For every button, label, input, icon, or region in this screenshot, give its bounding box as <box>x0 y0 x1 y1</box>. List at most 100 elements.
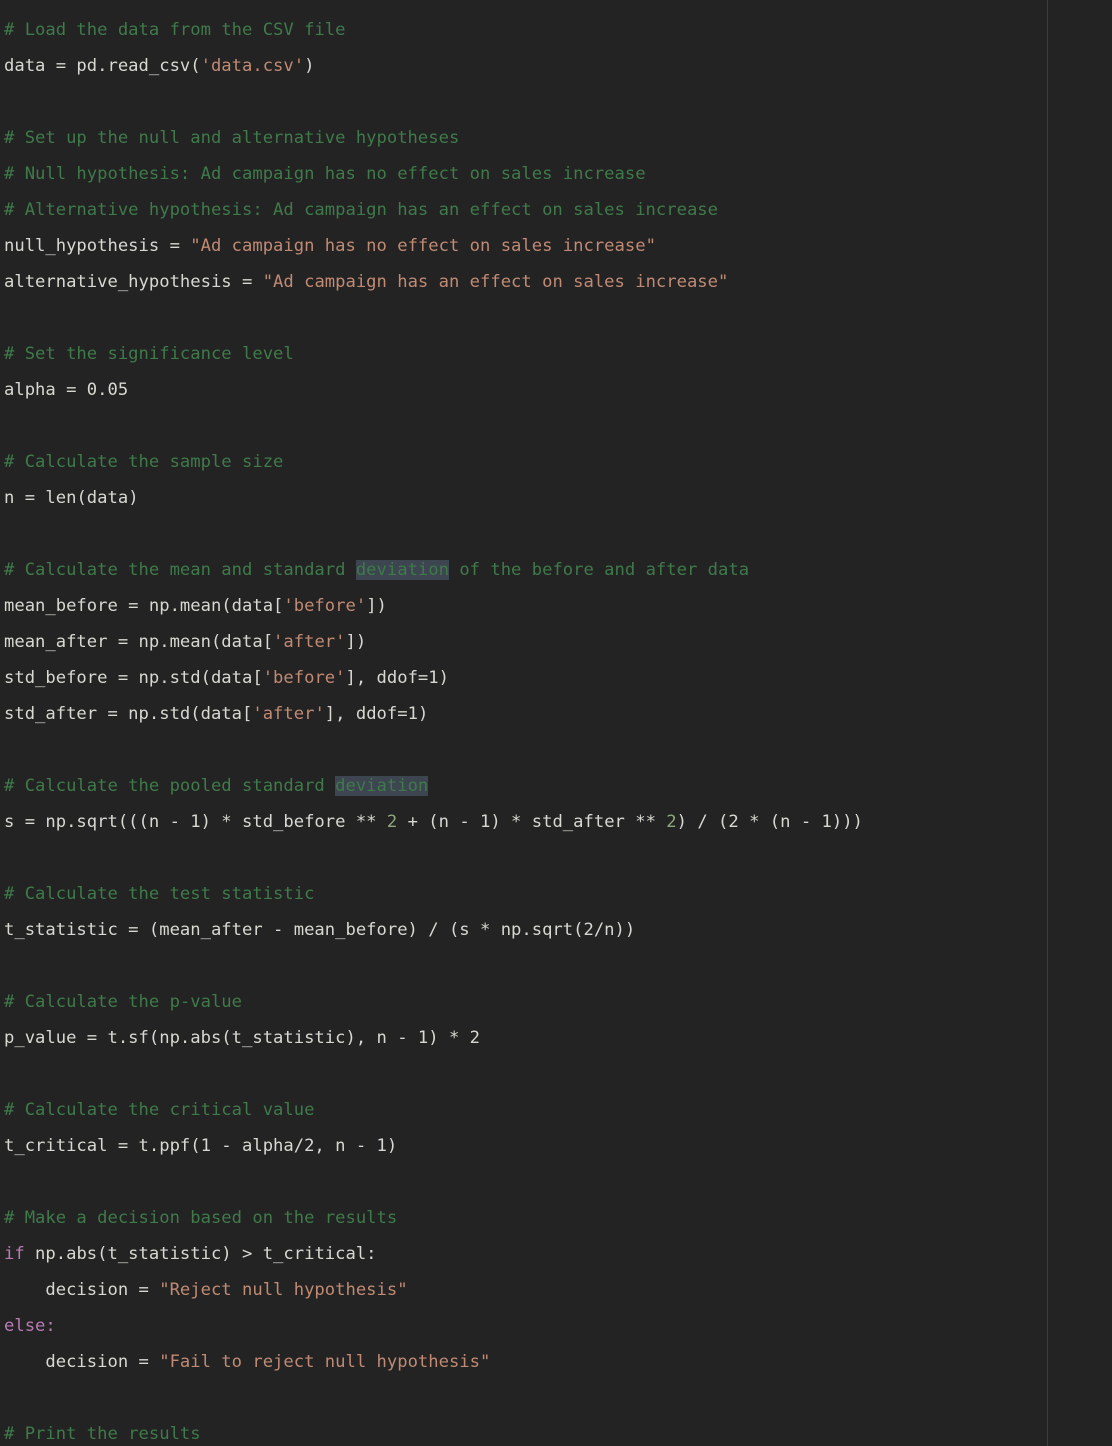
code-token: t_statistic = (mean_after - mean_before)… <box>4 920 636 940</box>
code-line[interactable]: if np.abs(t_statistic) > t_critical: <box>4 1236 1112 1272</box>
code-token: decision = <box>4 1280 160 1300</box>
code-line[interactable]: # Set up the null and alternative hypoth… <box>4 120 1112 156</box>
code-token: p_value = t.sf(np.abs(t_statistic), n - … <box>4 1028 480 1048</box>
code-line[interactable]: # Calculate the mean and standard deviat… <box>4 552 1112 588</box>
code-line[interactable]: # Calculate the p-value <box>4 984 1112 1020</box>
code-token: t_critical = t.ppf(1 - alpha/2, n - 1) <box>4 1136 398 1156</box>
code-line[interactable]: null_hypothesis = "Ad campaign has no ef… <box>4 228 1112 264</box>
code-line[interactable] <box>4 1380 1112 1416</box>
code-token: ]) <box>345 632 367 652</box>
code-line[interactable]: decision = "Reject null hypothesis" <box>4 1272 1112 1308</box>
code-token: ], ddof= <box>345 668 429 688</box>
code-token: # Make a decision based on the results <box>4 1208 398 1228</box>
code-token: std_after = np.std(data[ <box>4 704 253 724</box>
code-token: # Alternative hypothesis: Ad campaign ha… <box>4 200 718 220</box>
code-token: alternative_hypothesis = <box>4 272 263 292</box>
code-line[interactable] <box>4 408 1112 444</box>
code-line[interactable]: std_before = np.std(data['before'], ddof… <box>4 660 1112 696</box>
code-token: else <box>4 1316 46 1336</box>
code-token: deviation <box>335 776 429 796</box>
code-token: data = pd.read_csv( <box>4 56 201 76</box>
code-token: decision = <box>4 1352 160 1372</box>
code-line[interactable] <box>4 300 1112 336</box>
code-token: # Print the results <box>4 1424 201 1444</box>
code-line[interactable] <box>4 732 1112 768</box>
code-token: 'after' <box>273 632 346 652</box>
code-line[interactable] <box>4 516 1112 552</box>
code-token: # Calculate the critical value <box>4 1100 315 1120</box>
code-line[interactable]: else: <box>4 1308 1112 1344</box>
code-token: # Calculate the sample size <box>4 452 284 472</box>
code-token: len <box>45 488 77 508</box>
code-token: 2 <box>386 812 398 832</box>
code-token: alpha = 0.05 <box>4 380 129 400</box>
code-line[interactable]: # Alternative hypothesis: Ad campaign ha… <box>4 192 1112 228</box>
code-line[interactable]: # Load the data from the CSV file <box>4 12 1112 48</box>
code-token: ) <box>438 668 450 688</box>
code-token: ], ddof= <box>324 704 408 724</box>
code-token: : <box>45 1316 56 1336</box>
code-line[interactable]: # Calculate the pooled standard deviatio… <box>4 768 1112 804</box>
code-token: # Calculate the test statistic <box>4 884 315 904</box>
code-token: n = <box>4 488 46 508</box>
code-line[interactable]: mean_after = np.mean(data['after']) <box>4 624 1112 660</box>
code-token: ) <box>417 704 429 724</box>
code-line[interactable]: # Calculate the critical value <box>4 1092 1112 1128</box>
code-token: of the before and after data <box>448 560 750 580</box>
code-line[interactable]: # Calculate the test statistic <box>4 876 1112 912</box>
code-token: if <box>4 1244 25 1264</box>
code-line[interactable]: # Make a decision based on the results <box>4 1200 1112 1236</box>
code-line[interactable]: mean_before = np.mean(data['before']) <box>4 588 1112 624</box>
code-line[interactable] <box>4 84 1112 120</box>
code-line[interactable] <box>4 1056 1112 1092</box>
code-token: # Set the significance level <box>4 344 294 364</box>
code-token: "Fail to reject null hypothesis" <box>159 1352 491 1372</box>
code-token: (data) <box>76 488 139 508</box>
code-line[interactable] <box>4 1164 1112 1200</box>
code-token: 1 <box>407 704 418 724</box>
code-token: # Calculate the pooled standard <box>4 776 336 796</box>
code-editor-pane: # Load the data from the CSV file data = … <box>0 0 1112 1446</box>
code-token: 'data.csv' <box>200 56 305 76</box>
code-token: "Reject null hypothesis" <box>159 1280 408 1300</box>
code-line[interactable]: data = pd.read_csv('data.csv') <box>4 48 1112 84</box>
code-content[interactable]: # Load the data from the CSV file data = … <box>4 12 1112 1446</box>
code-token: + (n - 1) * std_after ** <box>397 812 667 832</box>
code-token: np.abs(t_statistic) > t_critical: <box>24 1244 377 1264</box>
code-token: std_before = np.std(data[ <box>4 668 263 688</box>
code-token: 2 <box>666 812 677 832</box>
code-token: # Null hypothesis: Ad campaign has no ef… <box>4 164 646 184</box>
code-token: 'before' <box>283 596 367 616</box>
code-token: ) / (2 * (n - 1))) <box>676 812 863 832</box>
code-token: # Calculate the mean and standard <box>4 560 356 580</box>
code-token: "Ad campaign has no effect on sales incr… <box>190 236 656 256</box>
code-token: 1 <box>428 668 439 688</box>
code-line[interactable]: # Set the significance level <box>4 336 1112 372</box>
code-line[interactable] <box>4 840 1112 876</box>
code-token: ) <box>304 56 315 76</box>
code-token: s = np.sqrt(((n - 1) * std_before ** <box>4 812 387 832</box>
code-line[interactable]: # Null hypothesis: Ad campaign has no ef… <box>4 156 1112 192</box>
code-line[interactable]: decision = "Fail to reject null hypothes… <box>4 1344 1112 1380</box>
code-line[interactable] <box>4 948 1112 984</box>
code-token: 'after' <box>252 704 325 724</box>
code-token: # Load the data from the CSV file <box>4 20 346 40</box>
code-token: null_hypothesis = <box>4 236 191 256</box>
code-line[interactable]: n = len(data) <box>4 480 1112 516</box>
code-line[interactable]: # Calculate the sample size <box>4 444 1112 480</box>
code-line[interactable]: p_value = t.sf(np.abs(t_statistic), n - … <box>4 1020 1112 1056</box>
code-line[interactable]: alternative_hypothesis = "Ad campaign ha… <box>4 264 1112 300</box>
code-token: "Ad campaign has an effect on sales incr… <box>262 272 729 292</box>
code-token: mean_before = np.mean(data[ <box>4 596 284 616</box>
code-line[interactable]: std_after = np.std(data['after'], ddof=1… <box>4 696 1112 732</box>
code-token: ]) <box>366 596 387 616</box>
code-line[interactable]: t_statistic = (mean_after - mean_before)… <box>4 912 1112 948</box>
code-line[interactable]: t_critical = t.ppf(1 - alpha/2, n - 1) <box>4 1128 1112 1164</box>
code-token: 'before' <box>262 668 346 688</box>
code-line[interactable]: alpha = 0.05 <box>4 372 1112 408</box>
code-line[interactable]: # Print the results <box>4 1416 1112 1446</box>
code-line[interactable]: s = np.sqrt(((n - 1) * std_before ** 2 +… <box>4 804 1112 840</box>
code-token: deviation <box>355 560 449 580</box>
code-token: # Calculate the p-value <box>4 992 242 1012</box>
code-token: # Set up the null and alternative hypoth… <box>4 128 460 148</box>
